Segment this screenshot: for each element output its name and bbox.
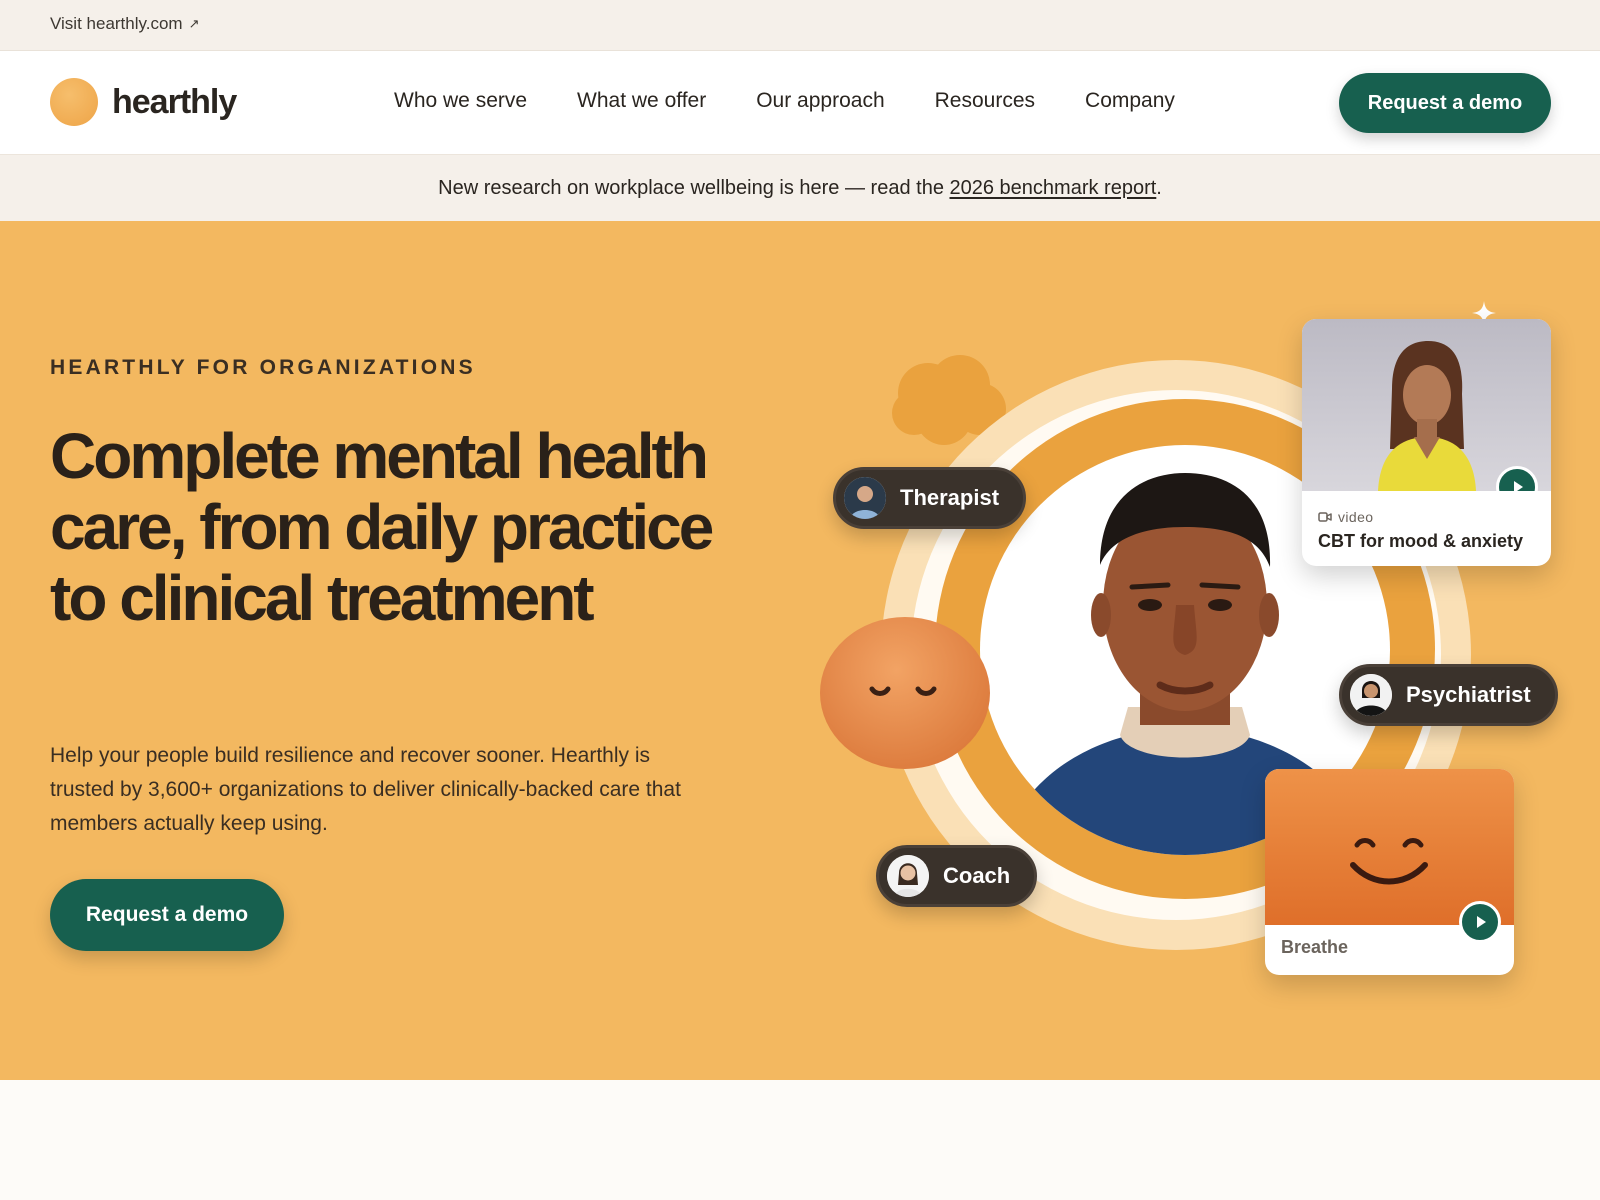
nav-item-company[interactable]: Company (1085, 89, 1175, 113)
announcement-suffix: . (1156, 177, 1162, 199)
coach-label: Coach (943, 863, 1011, 888)
visit-site-link[interactable]: Visit hearthly.com ↗ (50, 14, 200, 34)
nav-request-demo-button[interactable]: Request a demo (1339, 73, 1551, 133)
hero-request-demo-button[interactable]: Request a demo (50, 879, 284, 951)
breathe-play-button[interactable] (1459, 901, 1501, 943)
announcement-text: New research on workplace wellbeing is h… (438, 177, 950, 199)
video-title: CBT for mood & anxiety (1318, 531, 1524, 551)
logo[interactable]: hearthly (50, 78, 237, 126)
benchmark-report-link[interactable]: 2026 benchmark report (950, 177, 1157, 199)
hero-section: HEARTHLY FOR ORGANIZATIONS Complete ment… (0, 221, 1600, 1080)
psychiatrist-avatar (1350, 674, 1392, 716)
logo-circle-icon (50, 78, 98, 126)
therapist-pill[interactable]: Therapist (833, 467, 1027, 529)
psychiatrist-pill[interactable]: Psychiatrist (1339, 664, 1558, 726)
breathe-card[interactable]: Breathe (1265, 769, 1514, 975)
video-card[interactable]: video CBT for mood & anxiety (1302, 319, 1551, 566)
logo-text: hearthly (112, 82, 237, 121)
main-nav: hearthly Who we serve What we offer Our … (0, 51, 1600, 155)
announcement-bar: New research on workplace wellbeing is h… (0, 155, 1600, 221)
video-type-label: video (1338, 509, 1374, 525)
nav-menu: Who we serve What we offer Our approach … (394, 89, 1225, 113)
nav-item-what-we-offer[interactable]: What we offer (577, 89, 706, 113)
coach-avatar (887, 855, 929, 897)
hero-eyebrow: HEARTHLY FOR ORGANIZATIONS (50, 356, 476, 379)
page-continuation (0, 1080, 1600, 1200)
therapist-avatar (844, 477, 886, 519)
nav-item-our-approach[interactable]: Our approach (756, 89, 884, 113)
visit-site-label: Visit hearthly.com (50, 14, 183, 33)
nav-item-who-we-serve[interactable]: Who we serve (394, 89, 527, 113)
video-camera-icon (1318, 512, 1332, 522)
external-link-icon: ↗ (188, 16, 200, 31)
breathe-label: Breathe (1281, 937, 1349, 957)
video-type: video (1318, 509, 1373, 525)
hero-headline: Complete mental health care, from daily … (50, 420, 714, 634)
psychiatrist-label: Psychiatrist (1406, 682, 1531, 707)
video-thumbnail (1302, 319, 1551, 491)
hero-subtext: Help your people build resilience and re… (50, 744, 681, 835)
coach-pill[interactable]: Coach (876, 845, 1038, 907)
nav-item-resources[interactable]: Resources (935, 89, 1035, 113)
smiling-blob-icon (820, 617, 990, 769)
therapist-label: Therapist (900, 485, 1000, 510)
utility-bar: Visit hearthly.com ↗ (0, 0, 1600, 51)
